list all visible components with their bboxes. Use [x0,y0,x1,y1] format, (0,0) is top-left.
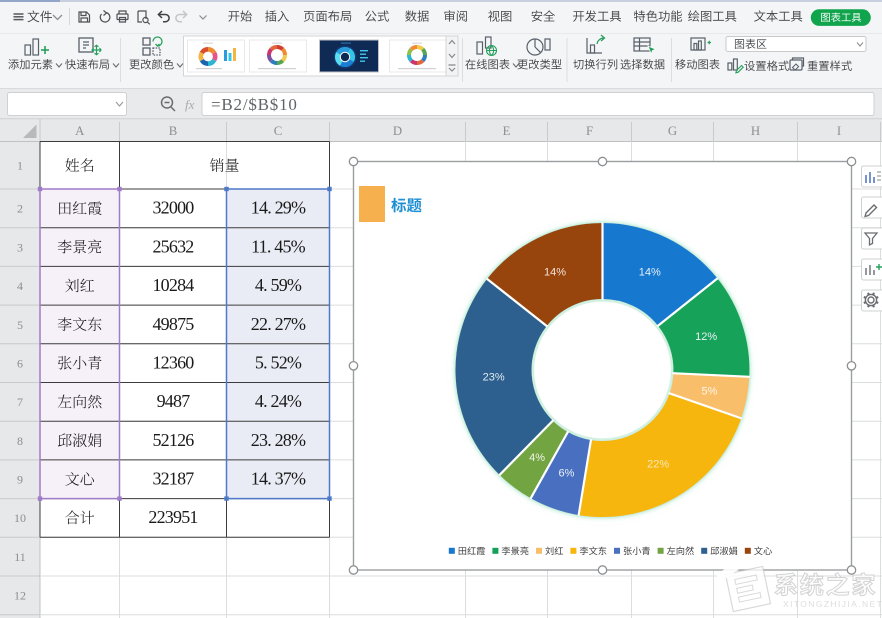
svg-text:G: G [668,124,677,138]
svg-text:4. 59%: 4. 59% [255,275,302,295]
svg-text:7: 7 [17,395,23,409]
svg-text:E: E [503,124,511,138]
svg-text:9487: 9487 [157,391,191,411]
svg-text:4: 4 [17,279,23,293]
svg-text:23%: 23% [483,372,505,384]
svg-text:52126: 52126 [152,430,194,450]
svg-text:4%: 4% [529,452,545,464]
svg-text:49875: 49875 [152,314,194,334]
svg-text:1: 1 [17,159,23,173]
svg-text:11: 11 [14,550,26,564]
svg-text:10284: 10284 [152,275,194,295]
svg-text:12360: 12360 [152,352,194,372]
svg-text:I: I [837,124,841,138]
svg-text:XITONGZHIJIA.NET: XITONGZHIJIA.NET [783,599,882,609]
svg-text:14%: 14% [544,267,566,279]
svg-text:3: 3 [17,240,23,254]
svg-text:32187: 32187 [152,469,194,489]
svg-text:14. 37%: 14. 37% [251,469,306,489]
svg-text:8: 8 [17,434,23,448]
svg-text:22. 27%: 22. 27% [251,314,306,334]
svg-text:5: 5 [17,318,23,332]
svg-text:6: 6 [17,356,23,370]
svg-text:12: 12 [14,589,26,603]
svg-text:6%: 6% [559,468,575,480]
svg-text:22%: 22% [647,459,669,471]
svg-text:B: B [169,124,178,138]
svg-text:32000: 32000 [152,198,194,218]
svg-text:A: A [75,124,85,138]
svg-text:12%: 12% [695,331,717,343]
svg-text:=B2/$B$10: =B2/$B$10 [211,95,298,114]
svg-text:C: C [274,124,283,138]
svg-text:9: 9 [17,473,23,487]
svg-text:25632: 25632 [152,236,193,256]
svg-text:H: H [751,124,760,138]
svg-text:D: D [393,124,402,138]
svg-text:fx: fx [185,97,195,112]
svg-text:23. 28%: 23. 28% [251,430,306,450]
svg-text:10: 10 [14,511,26,525]
svg-text:5%: 5% [702,385,718,397]
svg-text:11. 45%: 11. 45% [251,236,306,256]
svg-text:14. 29%: 14. 29% [251,198,306,218]
svg-text:2: 2 [17,202,23,216]
svg-text:14%: 14% [639,267,661,279]
svg-text:5. 52%: 5. 52% [255,352,302,372]
svg-text:223951: 223951 [148,507,197,527]
svg-text:F: F [586,124,593,138]
svg-text:4. 24%: 4. 24% [255,391,302,411]
